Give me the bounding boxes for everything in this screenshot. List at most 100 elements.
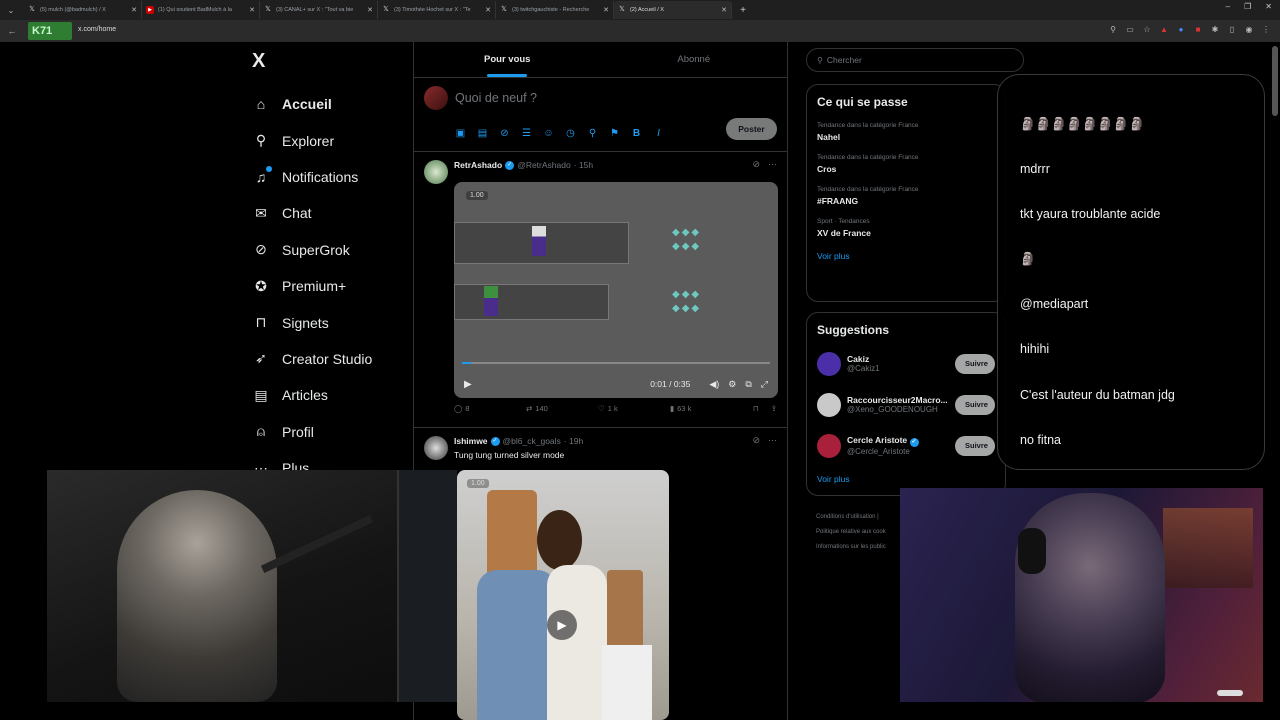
play-icon[interactable]: ▶: [547, 610, 577, 640]
star-icon[interactable]: ☆: [1143, 25, 1151, 34]
sidebar-item-explorer[interactable]: ⚲ Explorer: [252, 122, 412, 158]
image-icon[interactable]: ▣: [455, 128, 466, 139]
search-input[interactable]: ⚲ Chercher: [806, 48, 1024, 72]
tab-following[interactable]: Abonné: [601, 42, 788, 77]
back-icon[interactable]: ←: [4, 26, 20, 36]
share-icon[interactable]: ⇪: [771, 404, 777, 413]
address-bar-url[interactable]: x.com/home: [78, 26, 116, 33]
tweet-time[interactable]: · 19h: [564, 436, 583, 446]
tab-close-icon[interactable]: ✕: [367, 6, 373, 14]
avatar[interactable]: [817, 351, 841, 376]
browser-tab[interactable]: 𝕏 (3) CANAL+ sur X : "Tout va bie ✕: [260, 1, 378, 19]
avatar[interactable]: [817, 433, 841, 458]
author-name[interactable]: RetrAshado: [454, 160, 502, 170]
bookmark-icon[interactable]: ⊓: [753, 404, 759, 413]
sidebar-item-premium[interactable]: ✪ Premium+: [252, 268, 412, 304]
author-handle[interactable]: @bl6_ck_goals: [503, 436, 561, 446]
tab-close-icon[interactable]: ✕: [721, 6, 727, 14]
page-scrollbar[interactable]: [1272, 46, 1278, 116]
sidebar-item-signets[interactable]: ⊓ Signets: [252, 304, 412, 340]
trend-item[interactable]: Tendance dans la catégorie France #FRAANG: [807, 179, 1005, 211]
browser-tab[interactable]: 𝕏 (5) mulch (@badmulch) / X ✕: [24, 1, 142, 19]
browser-tab[interactable]: ▶ (1) Qui soutient BadMulch à la ✕: [142, 1, 260, 19]
tweet-image[interactable]: 1.00 ▶: [457, 470, 669, 720]
tab-for-you[interactable]: Pour vous: [414, 42, 601, 77]
grok-icon[interactable]: ⊘: [752, 435, 760, 446]
schedule-icon[interactable]: ◷: [565, 128, 576, 139]
menu-icon[interactable]: ⋮: [1262, 25, 1270, 34]
more-icon[interactable]: ⋯: [768, 435, 777, 446]
tweet[interactable]: RetrAshado ✓ @RetrAshado · 15h ⊘ ⋯ ◆◆◆ ◆◆…: [414, 152, 787, 428]
sidebar-item-supergrok[interactable]: ⊘ SuperGrok: [252, 232, 412, 268]
like-button[interactable]: ♡ 1 k: [598, 404, 670, 413]
sidebar-item-accueil[interactable]: ⌂ Accueil: [252, 86, 412, 122]
extensions-icon[interactable]: ✱: [1211, 25, 1219, 34]
follow-button[interactable]: Suivre: [955, 435, 995, 456]
suggestion-item[interactable]: Raccourcisseur2Macro... @Xeno_GOODENOUGH S…: [807, 384, 1005, 425]
play-icon[interactable]: ▶: [464, 379, 472, 390]
location-icon[interactable]: ⚲: [587, 128, 598, 139]
more-icon[interactable]: ⋯: [768, 159, 777, 170]
trend-item[interactable]: Tendance dans la catégorie France Nahel: [807, 115, 1005, 147]
gif-icon[interactable]: ▤: [477, 128, 488, 139]
views-button[interactable]: ▮ 63 k: [670, 404, 742, 413]
italic-icon[interactable]: I: [653, 128, 664, 139]
sidebar-icon[interactable]: ▯: [1228, 25, 1236, 34]
sidebar-item-articles[interactable]: ▤ Articles: [252, 377, 412, 413]
footer-link[interactable]: Politique relative aux cook: [816, 525, 886, 540]
tab-close-icon[interactable]: ✕: [485, 6, 491, 14]
suggestion-item[interactable]: Cakiz @Cakiz1 Suivre: [807, 343, 1005, 384]
restore-icon[interactable]: ❐: [1244, 2, 1251, 11]
author-name[interactable]: Ishimwe: [454, 436, 488, 446]
browser-tab[interactable]: 𝕏 (3) twitchgauchiste - Recherche ✕: [496, 1, 614, 19]
poll-icon[interactable]: ☰: [521, 128, 532, 139]
trend-item[interactable]: Sport · Tendances XV de France: [807, 211, 1005, 243]
video-player[interactable]: ◆◆◆ ◆◆◆ ◆◆◆ ◆◆◆ 1.00 ▶ 0:01 / 0:35 ◀) ⚙ ⧉ …: [454, 182, 778, 398]
follow-button[interactable]: Suivre: [955, 353, 995, 374]
grok-icon[interactable]: ⊘: [499, 128, 510, 139]
sidebar-item-chat[interactable]: ✉ Chat: [252, 195, 412, 231]
extension-red-icon[interactable]: ■: [1194, 25, 1202, 34]
follow-button[interactable]: Suivre: [955, 394, 995, 415]
footer-link[interactable]: Informations sur les public: [816, 540, 886, 555]
minimize-icon[interactable]: –: [1226, 2, 1230, 11]
avatar[interactable]: [424, 86, 448, 110]
close-window-icon[interactable]: ✕: [1265, 2, 1272, 11]
browser-tab[interactable]: 𝕏 (3) Timothée Hochet sur X : "Te ✕: [378, 1, 496, 19]
profile-icon[interactable]: ◉: [1245, 25, 1253, 34]
avatar[interactable]: [817, 392, 841, 417]
grok-icon[interactable]: ⊘: [752, 159, 760, 170]
settings-icon[interactable]: ⚙: [728, 379, 736, 390]
trend-item[interactable]: Tendance dans la catégorie France Cros: [807, 147, 1005, 179]
sidebar-item-notifications[interactable]: ♫ Notifications: [252, 159, 412, 195]
footer-link[interactable]: Conditions d'utilisation |: [816, 510, 886, 525]
tab-close-icon[interactable]: ✕: [249, 6, 255, 14]
avatar[interactable]: [424, 436, 448, 460]
reply-button[interactable]: ◯ 8: [454, 404, 526, 413]
tab-search-icon[interactable]: ⌄: [4, 3, 18, 17]
emoji-icon[interactable]: ☺: [543, 128, 554, 139]
cast-icon[interactable]: ▭: [1126, 25, 1134, 34]
bold-icon[interactable]: B: [631, 128, 642, 139]
tab-close-icon[interactable]: ✕: [603, 6, 609, 14]
volume-icon[interactable]: ◀): [709, 379, 719, 390]
tweet-time[interactable]: · 15h: [574, 160, 593, 170]
post-button[interactable]: Poster: [726, 118, 777, 140]
author-handle[interactable]: @RetrAshado: [517, 160, 571, 170]
sidebar-item-profil[interactable]: ⍝ Profil: [252, 414, 412, 450]
sidebar-item-creator-studio[interactable]: ➶ Creator Studio: [252, 341, 412, 377]
zoom-icon[interactable]: ⚲: [1109, 25, 1117, 34]
new-tab-button[interactable]: +: [736, 5, 750, 16]
tab-close-icon[interactable]: ✕: [131, 6, 137, 14]
trends-see-more[interactable]: Voir plus: [807, 243, 1005, 269]
suggestion-item[interactable]: Cercle Aristote ✓ @Cercle_Aristote Suivre: [807, 425, 1005, 466]
flag-icon[interactable]: ⚑: [609, 128, 620, 139]
composer-input[interactable]: Quoi de neuf ?: [455, 91, 537, 105]
browser-tab[interactable]: 𝕏 (2) Accueil / X ✕: [614, 1, 732, 19]
pip-icon[interactable]: ⧉: [745, 379, 751, 390]
repost-button[interactable]: ⇄ 140: [526, 404, 598, 413]
x-logo[interactable]: X: [252, 50, 265, 73]
video-progress[interactable]: [462, 362, 770, 364]
fullscreen-icon[interactable]: ⤢: [761, 379, 768, 390]
extension-blue-icon[interactable]: ●: [1177, 25, 1185, 34]
